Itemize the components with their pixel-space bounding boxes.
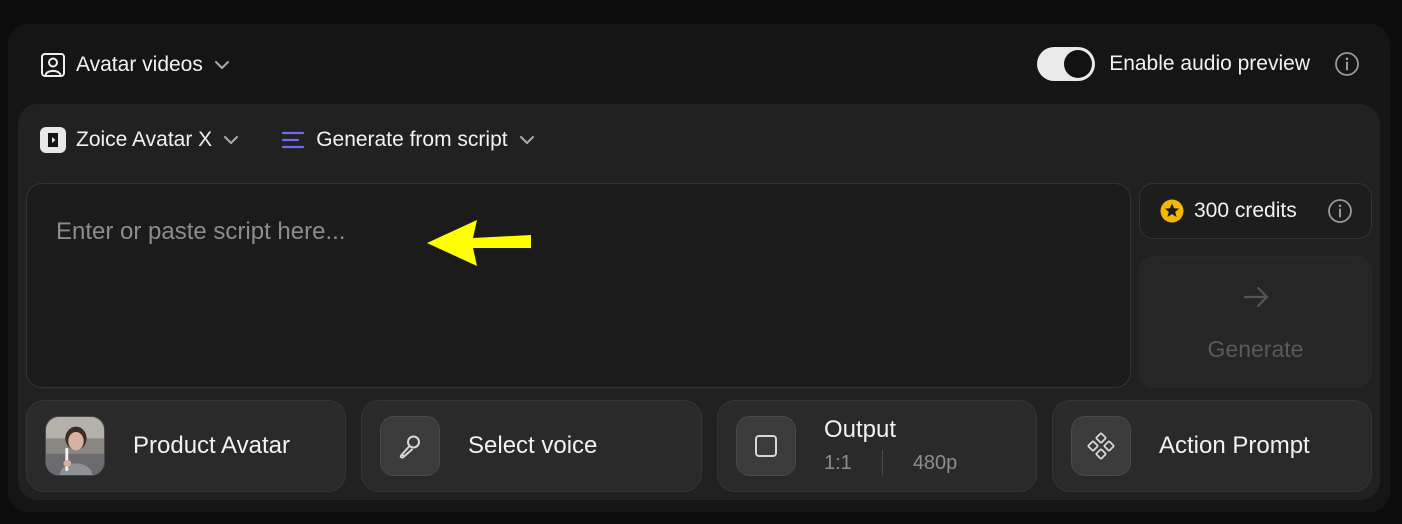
- output-ratio: 1:1: [824, 451, 852, 474]
- zoice-logo: [40, 127, 66, 153]
- model-label: Zoice Avatar X: [76, 128, 213, 151]
- script-input[interactable]: [27, 184, 1130, 387]
- audio-preview-control: Enable audio preview: [1037, 46, 1360, 82]
- source-label: Generate from script: [316, 128, 508, 151]
- generate-label: Generate: [1207, 335, 1304, 362]
- select-voice-label: Select voice: [468, 432, 598, 459]
- audio-preview-toggle[interactable]: [1037, 47, 1096, 81]
- chevron-down-icon: [213, 56, 231, 74]
- model-dropdown[interactable]: Zoice Avatar X: [40, 127, 240, 153]
- output-label: Output: [824, 416, 897, 443]
- info-icon[interactable]: [1334, 51, 1360, 77]
- credits-label: 300 credits: [1194, 199, 1297, 222]
- arrow-right-icon: [1241, 282, 1271, 312]
- microphone-icon-tile: [380, 416, 440, 476]
- microphone-icon: [399, 435, 420, 459]
- chevron-down-icon: [222, 131, 240, 149]
- audio-preview-label: Enable audio preview: [1109, 52, 1310, 75]
- toggle-knob: [1064, 50, 1093, 78]
- diamond-grid-icon-tile: [1071, 416, 1131, 476]
- top-bar: Avatar videos Enable audio preview: [8, 24, 1390, 104]
- diamond-grid-icon: [1087, 432, 1115, 460]
- product-avatar-option[interactable]: Product Avatar: [26, 400, 346, 492]
- model-row: Zoice Avatar X Generate from script: [40, 124, 536, 156]
- output-info: Output 1:1 480p: [824, 416, 957, 476]
- mode-label: Avatar videos: [76, 53, 203, 76]
- product-avatar-label: Product Avatar: [133, 432, 290, 459]
- avatar: [45, 416, 105, 476]
- chevron-down-icon: [518, 131, 536, 149]
- script-box: [26, 183, 1131, 388]
- portrait-icon: [40, 52, 66, 78]
- square-icon: [755, 435, 777, 457]
- action-prompt-label: Action Prompt: [1159, 432, 1310, 459]
- annotation-arrow-icon: [427, 220, 531, 266]
- square-icon-tile: [736, 416, 796, 476]
- divider: [881, 450, 883, 476]
- source-dropdown[interactable]: Generate from script: [280, 127, 535, 153]
- star-icon: [1160, 199, 1184, 223]
- info-icon[interactable]: [1327, 198, 1353, 224]
- avatar-video-card: Avatar videos Enable audio preview Zoice…: [8, 24, 1390, 512]
- credits-badge: 300 credits: [1139, 183, 1372, 239]
- action-prompt-option[interactable]: Action Prompt: [1052, 400, 1372, 492]
- output-settings: 1:1 480p: [824, 450, 957, 476]
- mode-dropdown[interactable]: Avatar videos: [40, 50, 231, 80]
- generate-button[interactable]: Generate: [1139, 256, 1372, 388]
- output-resolution: 480p: [912, 451, 958, 474]
- lines-icon: [280, 127, 306, 153]
- script-panel: Zoice Avatar X Generate from script Ente…: [18, 104, 1380, 500]
- select-voice-option[interactable]: Select voice: [361, 400, 702, 492]
- output-option[interactable]: Output 1:1 480p: [717, 400, 1037, 492]
